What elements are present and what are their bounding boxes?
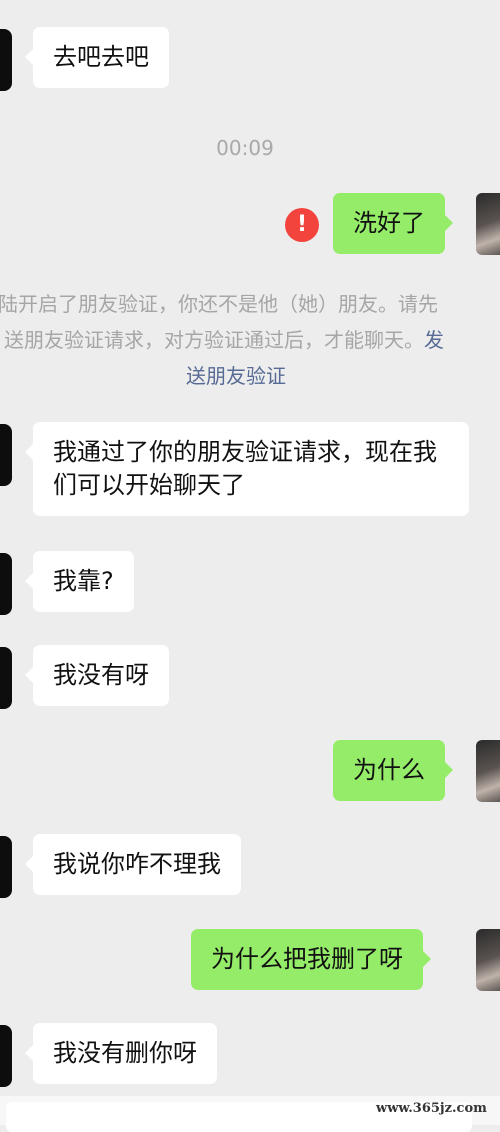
contact-avatar[interactable]: [0, 1025, 12, 1087]
outgoing-message[interactable]: 洗好了: [333, 193, 453, 254]
outgoing-message[interactable]: 为什么把我删了呀: [191, 929, 431, 990]
notice-line-2: 送朋友验证请求，对方验证通过后，才能聊天。发: [4, 322, 444, 358]
my-avatar[interactable]: [476, 740, 500, 802]
incoming-message[interactable]: 我没有呀: [25, 645, 169, 706]
my-avatar[interactable]: [476, 193, 500, 255]
contact-avatar[interactable]: [0, 647, 12, 709]
message-timestamp: 00:09: [216, 136, 274, 160]
my-avatar[interactable]: [476, 929, 500, 991]
send-failed-icon[interactable]: !: [285, 208, 319, 242]
contact-avatar[interactable]: [0, 29, 12, 91]
watermark: www.365jz.com: [376, 1101, 487, 1116]
notice-line-1: 陆开启了朋友验证，你还不是他（她）朋友。请先: [0, 292, 438, 316]
contact-avatar[interactable]: [0, 836, 12, 898]
incoming-message[interactable]: 我没有删你呀: [25, 1023, 217, 1084]
incoming-message[interactable]: 我说你咋不理我: [25, 834, 241, 895]
incoming-message[interactable]: 我通过了你的朋友验证请求，现在我们可以开始聊天了: [25, 422, 469, 516]
send-verification-link-start[interactable]: 发: [424, 328, 444, 352]
send-verification-link[interactable]: 送朋友验证: [186, 358, 286, 394]
incoming-message[interactable]: 去吧去吧: [25, 27, 169, 88]
notice-line-2-text: 送朋友验证请求，对方验证通过后，才能聊天。: [4, 328, 424, 352]
contact-avatar[interactable]: [0, 424, 12, 486]
contact-avatar[interactable]: [0, 553, 12, 615]
outgoing-message[interactable]: 为什么: [333, 740, 453, 801]
incoming-message[interactable]: 我靠?: [25, 551, 134, 612]
